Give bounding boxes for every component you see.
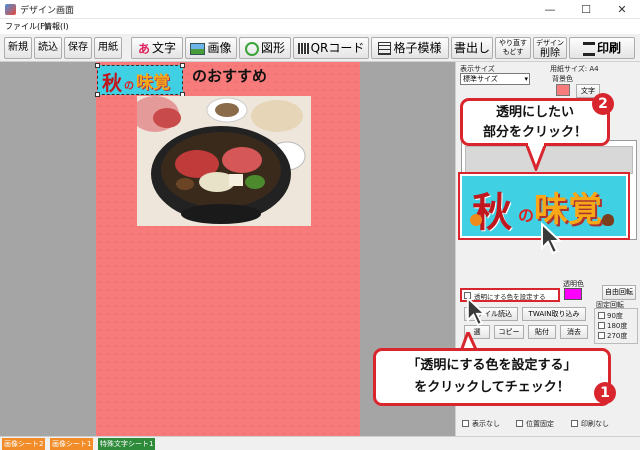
persimmon-icon [470, 214, 482, 226]
callout-pointer [526, 143, 546, 171]
qr-button[interactable]: QRコード [293, 37, 369, 59]
callout-click-transparent-area: 透明にしたい 部分をクリック！ [460, 98, 610, 146]
tab-special-char-sheet-1[interactable]: 特殊文字シート1 [98, 438, 156, 450]
print-button[interactable]: 印刷 [569, 37, 635, 59]
chestnut-icon [602, 214, 614, 226]
rotate-270-label: 270度 [607, 332, 628, 340]
fix-position-checkbox[interactable] [516, 420, 523, 427]
rotate-180-label: 180度 [607, 322, 628, 330]
rotate-180-checkbox[interactable] [598, 322, 605, 329]
preview-top-strip [465, 146, 633, 174]
title-bar: デザイン画面 — ☐ ✕ [0, 0, 640, 19]
grid-icon [378, 42, 392, 55]
display-size-select[interactable]: 標準サイズ ▾ [460, 73, 530, 85]
no-print-label: 印刷なし [581, 420, 609, 428]
minimize-button[interactable]: — [532, 0, 568, 19]
resize-handle[interactable] [95, 92, 100, 97]
rotate-90-label: 90度 [607, 312, 623, 320]
hide-label: 表示なし [472, 420, 500, 428]
design-delete-button[interactable]: デザイン 削除 [533, 37, 567, 59]
open-button[interactable]: 読込 [34, 37, 62, 59]
bg-color-label: 背景色 [552, 75, 573, 83]
circle-icon [244, 41, 259, 56]
canvas-headline[interactable]: のおすすめ [192, 65, 267, 86]
printer-icon [582, 41, 595, 56]
bg-color-swatch[interactable] [556, 84, 570, 96]
tab-image-sheet-1[interactable]: 画像シート1 [50, 438, 94, 450]
picture-icon [190, 42, 206, 55]
text-icon: あ [137, 41, 150, 56]
image-button[interactable]: 画像 [185, 37, 237, 59]
step-badge-2: 2 [592, 93, 614, 115]
chevron-down-icon: ▾ [524, 75, 528, 83]
export-button[interactable]: 書出し [451, 37, 493, 59]
resize-handle[interactable] [180, 63, 185, 68]
maximize-button[interactable]: ☐ [568, 0, 604, 19]
grid-pattern-button[interactable]: 格子模様 [371, 37, 449, 59]
toolbar: 新規 読込 保存 用紙 あ文字 画像 図形 QRコード 格子模様 書出し やり直… [0, 34, 640, 62]
rotate-270-checkbox[interactable] [598, 332, 605, 339]
fix-position-label: 位置固定 [526, 420, 554, 428]
qr-code-icon [297, 43, 309, 54]
delete-button[interactable]: 消去 [560, 325, 588, 339]
cursor-arrow-icon [541, 222, 563, 255]
paper-button[interactable]: 用紙 [94, 37, 122, 59]
text-button[interactable]: あ文字 [131, 37, 183, 59]
menu-bar: ファイル(F) 情報(I) [0, 19, 640, 34]
menu-file[interactable]: ファイル(F) [5, 21, 48, 32]
step-badge-1: 1 [594, 382, 616, 404]
shape-button[interactable]: 図形 [239, 37, 291, 59]
free-rotate-button[interactable]: 自由回転 [602, 285, 636, 300]
autumn-taste-banner-small[interactable]: 秋 の 味覚 [95, 63, 185, 97]
cursor-arrow-icon [466, 296, 487, 327]
paste-button[interactable]: 貼付 [528, 325, 556, 339]
no-print-checkbox[interactable] [571, 420, 578, 427]
copy-button[interactable]: コピー [494, 325, 524, 339]
menu-info[interactable]: 情報(I) [44, 21, 69, 32]
paper-size-label: 用紙サイズ: A4 [550, 65, 599, 73]
transparent-color-swatch[interactable] [564, 288, 582, 300]
undo-redo-button[interactable]: やり直す もどす [495, 37, 531, 59]
window-title: デザイン画面 [20, 6, 75, 16]
sukiyaki-photo[interactable] [137, 96, 311, 226]
callout-check-set-transparent: 「透明にする色を設定する」 をクリックしてチェック！ [373, 348, 611, 406]
close-button[interactable]: ✕ [604, 0, 640, 19]
tab-image-sheet-2[interactable]: 画像シート2 [2, 438, 46, 450]
sukiyaki-image [137, 96, 311, 226]
app-icon [5, 4, 16, 15]
sheet-tab-bar: 画像シート2 画像シート1 特殊文字シート1 [0, 436, 640, 450]
rotate-90-checkbox[interactable] [598, 312, 605, 319]
twain-import-button[interactable]: TWAIN取り込み [522, 307, 586, 321]
hide-checkbox[interactable] [462, 420, 469, 427]
save-button[interactable]: 保存 [64, 37, 92, 59]
new-button[interactable]: 新規 [4, 37, 32, 59]
resize-handle[interactable] [95, 63, 100, 68]
